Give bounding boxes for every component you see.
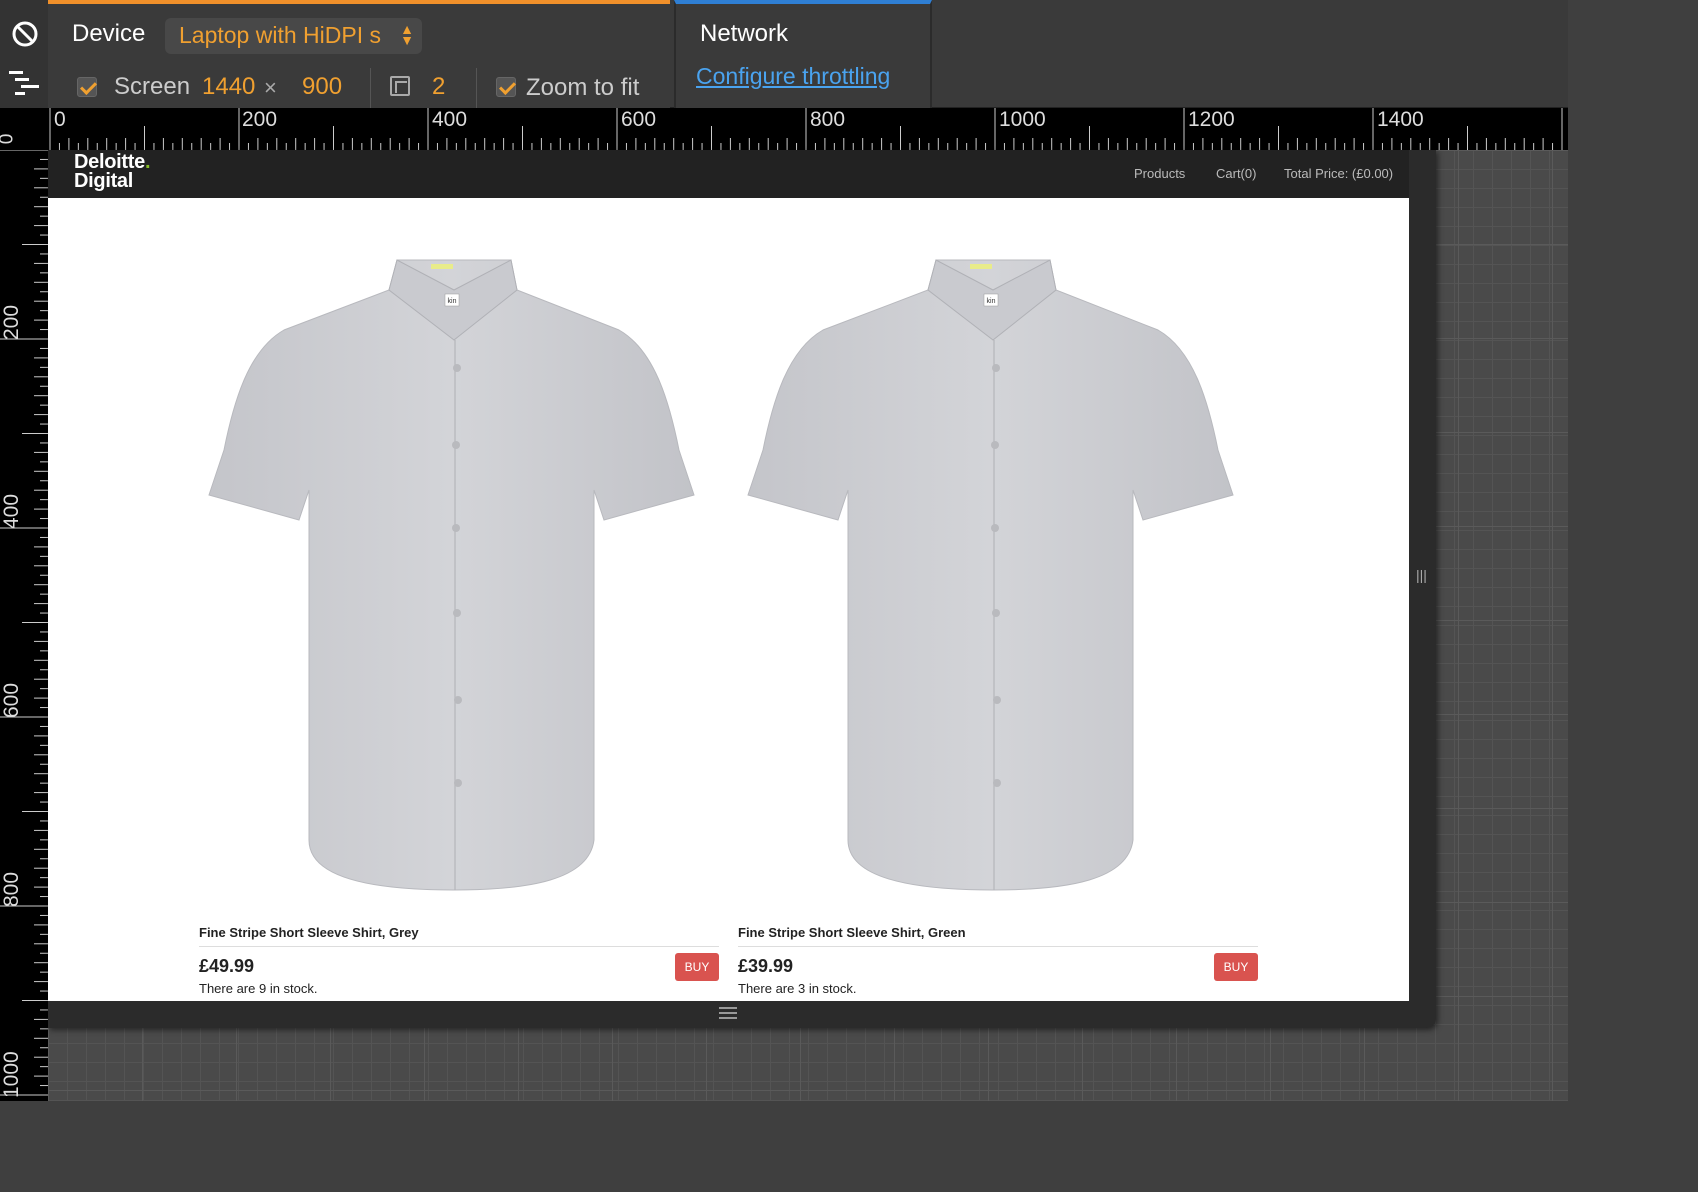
screen-times-sign: × bbox=[264, 75, 277, 100]
product-card: kin Fine Stripe Short Sleeve Shirt, Gree… bbox=[738, 198, 1278, 1001]
emulated-website: Deloitte. Digital Products Cart(0) Total… bbox=[48, 150, 1409, 1001]
toggle-drawer-icon[interactable] bbox=[9, 69, 41, 95]
ruler-label: 600 bbox=[0, 682, 23, 718]
buy-button[interactable]: BUY bbox=[675, 953, 719, 981]
ruler-label: 600 bbox=[621, 108, 657, 131]
ruler-corner: 0 bbox=[0, 108, 48, 150]
product-price: £39.99 bbox=[738, 956, 794, 976]
toolbar-icon-column bbox=[0, 0, 48, 108]
screen-label: Screen bbox=[114, 73, 191, 100]
buy-button[interactable]: BUY bbox=[1214, 953, 1258, 981]
stock-status: There are 3 in stock. bbox=[738, 981, 857, 996]
ruler-label: 1200 bbox=[1188, 108, 1235, 131]
device-pixel-ratio-icon bbox=[390, 76, 410, 96]
divider bbox=[476, 68, 477, 108]
site-navbar: Deloitte. Digital Products Cart(0) Total… bbox=[48, 150, 1409, 198]
device-select[interactable]: Laptop with HiDPI s ▲ ▼ bbox=[165, 18, 422, 54]
collar-tag bbox=[970, 264, 992, 269]
device-label: Device bbox=[72, 20, 146, 47]
zoom-to-fit-label: Zoom to fit bbox=[526, 74, 640, 101]
ruler-label: 200 bbox=[242, 108, 278, 131]
disable-emulation-icon[interactable] bbox=[11, 20, 39, 48]
device-pixel-ratio-input[interactable]: 2 bbox=[432, 73, 445, 101]
network-label: Network bbox=[700, 20, 789, 47]
divider bbox=[738, 946, 1258, 947]
select-arrows-icon: ▲ ▼ bbox=[400, 21, 414, 48]
stock-status: There are 9 in stock. bbox=[199, 981, 318, 996]
ruler-label: 0 bbox=[54, 108, 66, 131]
ruler-label: 200 bbox=[0, 304, 23, 340]
ruler-label: 800 bbox=[810, 108, 846, 131]
screen-checkbox[interactable] bbox=[77, 77, 97, 97]
ruler-label: 1000 bbox=[999, 108, 1046, 131]
horizontal-ruler: 0 200 400 600 800 1000 1200 1400 bbox=[0, 108, 1568, 150]
resize-width-handle[interactable]: ||| bbox=[1416, 567, 1430, 583]
ruler-label: 1400 bbox=[1377, 108, 1424, 131]
logo-line-2: Digital bbox=[74, 170, 134, 192]
device-panel: Device Laptop with HiDPI s ▲ ▼ Screen 144… bbox=[48, 0, 670, 108]
green-shirt-image[interactable]: kin bbox=[738, 250, 1248, 895]
nav-products-link[interactable]: Products bbox=[1134, 166, 1185, 181]
label-tag-text: kin bbox=[987, 298, 996, 305]
resize-height-handle[interactable] bbox=[719, 1007, 737, 1021]
product-name[interactable]: Fine Stripe Short Sleeve Shirt, Green bbox=[738, 925, 966, 940]
product-card: kin Fine Stripe Short Sleeve Shirt, Grey… bbox=[199, 198, 739, 1001]
ruler-label: 400 bbox=[0, 493, 23, 529]
horizontal-ruler-ticks bbox=[49, 108, 1563, 150]
deloitte-digital-logo[interactable]: Deloitte. Digital bbox=[74, 151, 151, 192]
divider bbox=[370, 68, 371, 108]
screen-width-input[interactable]: 1440 bbox=[202, 73, 255, 101]
network-panel: Network Configure throttling bbox=[674, 0, 932, 108]
vertical-ruler-ticks bbox=[0, 150, 48, 1096]
devtools-toolbar: Device Laptop with HiDPI s ▲ ▼ Screen 144… bbox=[0, 0, 1568, 108]
product-name[interactable]: Fine Stripe Short Sleeve Shirt, Grey bbox=[199, 925, 419, 940]
collar-tag bbox=[431, 264, 453, 269]
ruler-label: 1000 bbox=[0, 1051, 23, 1098]
nav-total-price: Total Price: (£0.00) bbox=[1284, 166, 1394, 181]
label-tag-text: kin bbox=[448, 298, 457, 305]
grey-shirt-image[interactable]: kin bbox=[199, 250, 709, 895]
screen-height-input[interactable]: 900 bbox=[302, 73, 342, 101]
ruler-label: 400 bbox=[432, 108, 468, 131]
zoom-to-fit-checkbox[interactable] bbox=[496, 77, 516, 97]
nav-cart-link[interactable]: Cart(0) bbox=[1216, 166, 1256, 181]
ruler-origin-label: 0 bbox=[0, 134, 18, 145]
ruler-label: 800 bbox=[0, 871, 23, 907]
configure-throttling-link[interactable]: Configure throttling bbox=[696, 63, 890, 90]
device-select-value: Laptop with HiDPI s bbox=[179, 22, 381, 48]
divider bbox=[199, 946, 719, 947]
product-price: £49.99 bbox=[199, 956, 255, 976]
logo-dot: . bbox=[144, 151, 151, 173]
vertical-ruler: 200 400 600 800 1000 bbox=[0, 150, 48, 1101]
